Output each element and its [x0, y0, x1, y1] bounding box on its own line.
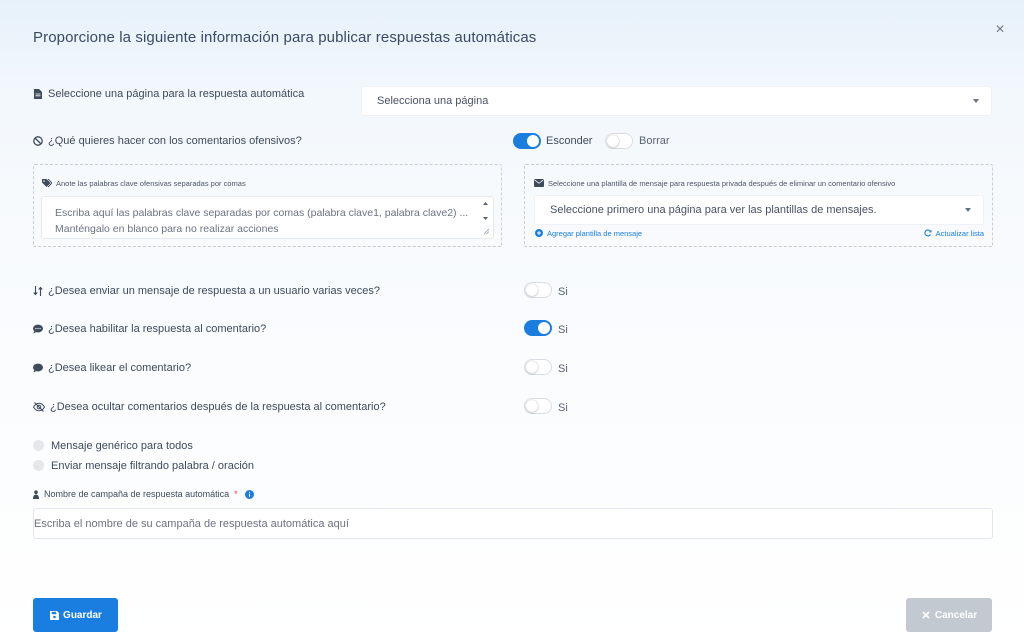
hide-after-reply-toggle[interactable] — [524, 398, 552, 414]
page-select[interactable]: Selecciona una página — [361, 86, 992, 116]
plus-circle-icon — [534, 228, 544, 238]
filter-message-label: Enviar mensaje filtrando palabra / oraci… — [51, 460, 255, 472]
campaign-label-row: Nombre de campaña de respuesta automátic… — [33, 489, 255, 499]
template-select[interactable]: Seleccione primero una página para ver l… — [534, 195, 984, 225]
required-mark: * — [234, 489, 238, 499]
setting-question: ¿Desea enviar un mensaje de respuesta a … — [48, 285, 381, 297]
keywords-label: Anote las palabras clave ofensivas separ… — [56, 178, 246, 188]
toggle-label: Si — [558, 363, 568, 375]
template-label: Seleccione una plantilla de mensaje para… — [548, 178, 896, 188]
keywords-label-row: Anote las palabras clave ofensivas separ… — [42, 178, 246, 188]
tags-icon — [42, 178, 52, 188]
save-button-label: Guardar — [63, 609, 102, 621]
chevron-down-icon — [965, 208, 971, 212]
multiple-reply-toggle[interactable] — [524, 282, 552, 298]
info-icon[interactable] — [245, 489, 255, 499]
offensive-question-row: ¿Qué quieres hacer con los comentarios o… — [33, 135, 302, 147]
comment-dots-icon — [33, 324, 43, 334]
keywords-panel: Anote las palabras clave ofensivas separ… — [33, 164, 502, 247]
setting-question: ¿Desea habilitar la respuesta al comenta… — [48, 323, 267, 335]
template-label-row: Seleccione una plantilla de mensaje para… — [534, 178, 895, 188]
setting-question: ¿Desea ocultar comentarios después de la… — [50, 401, 386, 413]
save-button[interactable]: Guardar — [33, 598, 118, 632]
save-icon — [49, 610, 59, 620]
toggle-label: Si — [558, 286, 568, 298]
hide-toggle-label: Esconder — [546, 135, 593, 147]
refresh-list-link-label: Actualizar lista — [935, 228, 984, 238]
hide-toggle[interactable] — [513, 133, 541, 149]
textarea-scrollbar[interactable] — [481, 200, 490, 236]
close-icon — [921, 610, 931, 620]
enable-reply-toggle[interactable] — [524, 320, 552, 336]
template-panel: Seleccione una plantilla de mensaje para… — [524, 164, 993, 247]
refresh-list-link[interactable]: Actualizar lista — [923, 228, 984, 238]
eye-slash-icon — [33, 402, 45, 412]
campaign-name-field[interactable] — [33, 508, 993, 539]
page-select-value: Selecciona una página — [377, 95, 489, 107]
sort-icon — [33, 286, 43, 296]
file-icon — [33, 89, 43, 99]
envelope-icon — [534, 178, 544, 188]
cancel-button-label: Cancelar — [934, 609, 978, 621]
add-template-link-label: Agregar plantilla de mensaje — [547, 228, 643, 238]
chevron-down-icon — [973, 99, 979, 103]
keywords-placeholder: Escriba aquí las palabras clave separada… — [55, 207, 469, 235]
page-select-label: Seleccione una página para la respuesta … — [48, 88, 305, 100]
cancel-button[interactable]: Cancelar — [906, 598, 992, 632]
campaign-name-input[interactable] — [34, 509, 992, 538]
filter-message-radio[interactable] — [33, 460, 44, 471]
close-icon[interactable]: × — [992, 22, 1008, 38]
page-select-label-row: Seleccione una página para la respuesta … — [33, 88, 304, 100]
refresh-icon — [923, 228, 933, 238]
toggle-label: Si — [558, 324, 568, 336]
campaign-label: Nombre de campaña de respuesta automátic… — [44, 489, 230, 499]
delete-toggle-label: Borrar — [639, 135, 670, 147]
keywords-textarea[interactable]: Escriba aquí las palabras clave separada… — [41, 196, 494, 239]
template-select-value: Seleccione primero una página para ver l… — [550, 204, 877, 216]
add-template-link[interactable]: Agregar plantilla de mensaje — [534, 228, 642, 238]
comment-icon — [33, 363, 43, 373]
toggle-label: Si — [558, 402, 568, 414]
setting-row-like: ¿Desea likear el comentario? — [33, 362, 191, 374]
generic-message-radio[interactable] — [33, 440, 44, 451]
setting-row-hide: ¿Desea ocultar comentarios después de la… — [33, 401, 386, 413]
setting-row-enable-reply: ¿Desea habilitar la respuesta al comenta… — [33, 323, 266, 335]
ban-icon — [33, 136, 43, 146]
setting-row-multiple: ¿Desea enviar un mensaje de respuesta a … — [33, 285, 380, 297]
offensive-question: ¿Qué quieres hacer con los comentarios o… — [48, 135, 302, 147]
like-comment-toggle[interactable] — [524, 359, 552, 375]
dialog-title: Proporcione la siguiente información par… — [33, 29, 537, 46]
generic-message-label: Mensaje genérico para todos — [51, 440, 193, 452]
user-icon — [33, 489, 39, 499]
delete-toggle[interactable] — [605, 133, 633, 149]
setting-question: ¿Desea likear el comentario? — [48, 362, 192, 374]
